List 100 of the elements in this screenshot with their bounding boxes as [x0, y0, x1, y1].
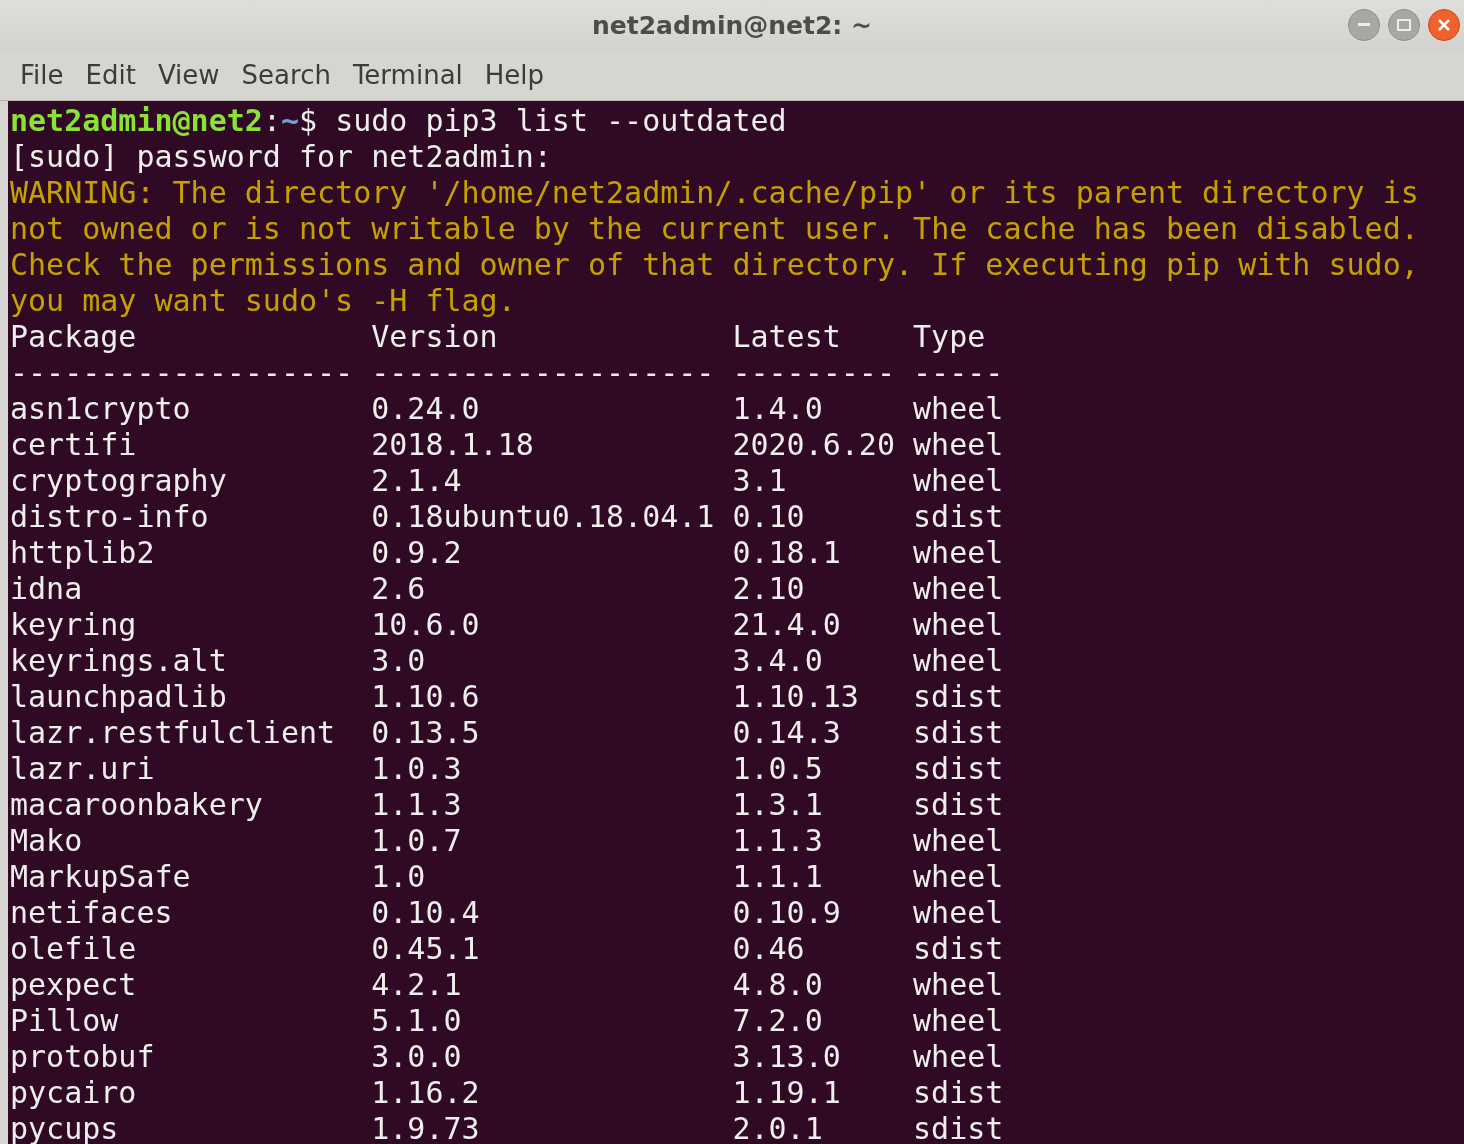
table-cell-text: 1.0.5 — [732, 751, 824, 787]
table-cell-text: sdist — [913, 499, 1005, 535]
window-title: net2admin@net2: ~ — [592, 10, 872, 40]
table-cell-text: 1.0.7 — [371, 823, 463, 859]
table-cell-text: 21.4.0 — [732, 607, 842, 643]
maximize-button[interactable] — [1388, 9, 1420, 41]
menu-item[interactable]: Terminal — [342, 58, 473, 92]
minimize-button[interactable] — [1348, 9, 1380, 41]
command-text: sudo pip3 list --outdated — [335, 103, 787, 139]
table-cell-text: idna — [10, 571, 84, 607]
table-cell-text: httplib2 — [10, 535, 156, 571]
table-cell-text: macaroonbakery — [10, 787, 264, 823]
prompt-path: ~ — [280, 103, 299, 139]
table-cell-text: sdist — [913, 715, 1005, 751]
table-cell-text: wheel — [913, 1039, 1005, 1075]
table-cell-text: 10.6.0 — [371, 607, 481, 643]
warning-text: WARNING: The directory '/home/net2admin/.cache/pip' or its parent directory is not owned or is not writable by the current user. The cache has been disabled. Check the permissions and owner of that directory. If executing pip with sudo, you may want sudo's -H flag. — [10, 175, 1420, 319]
table-cell-text: 0.18.1 — [732, 535, 842, 571]
table-cell-text: 2.0.1 — [732, 1111, 824, 1144]
table-cell-text: 2018.1.18 — [371, 427, 535, 463]
table-cell-text: keyrings.alt — [10, 643, 228, 679]
header-rule: ----- — [913, 355, 1005, 391]
prompt-symbol: $ — [299, 103, 319, 139]
table-cell-text: Pillow — [10, 1003, 120, 1039]
table-cell-text: 3.0 — [371, 643, 427, 679]
table-cell-text: MarkupSafe — [10, 859, 192, 895]
table-cell-text: wheel — [913, 607, 1005, 643]
table-cell-text: 0.46 — [732, 931, 806, 967]
table-cell-text: certifi — [10, 427, 138, 463]
table-cell-text: 7.2.0 — [732, 1003, 824, 1039]
table-cell-text: 0.45.1 — [371, 931, 481, 967]
table-cell-text: 1.16.2 — [371, 1075, 481, 1111]
table-cell-text: netifaces — [10, 895, 174, 931]
table-cell-text: launchpadlib — [10, 679, 228, 715]
table-cell-text: sdist — [913, 1075, 1005, 1111]
table-cell-text: distro-info — [10, 499, 210, 535]
table-cell-text: sdist — [913, 931, 1005, 967]
table-cell-text: 0.10.9 — [732, 895, 842, 931]
menu-item[interactable]: Help — [474, 58, 555, 92]
table-cell-text: 2.6 — [371, 571, 427, 607]
maximize-icon — [1397, 19, 1411, 31]
output-line: [sudo] password for net2admin: — [10, 139, 553, 175]
table-cell-text: 1.4.0 — [732, 391, 824, 427]
table-cell-text: 2.10 — [732, 571, 806, 607]
table-cell-text: 1.0.3 — [371, 751, 463, 787]
table-cell-text: 1.0 — [371, 859, 427, 895]
table-cell-text: 0.10 — [732, 499, 806, 535]
prompt-user-host: net2admin@net2 — [10, 103, 263, 139]
table-cell-text: wheel — [913, 859, 1005, 895]
table-cell-text: 1.9.73 — [371, 1111, 481, 1144]
table-cell-text: 0.9.2 — [371, 535, 463, 571]
menu-item[interactable]: File — [10, 58, 74, 92]
table-cell-text: lazr.restfulclient — [10, 715, 337, 751]
table-cell-text: 3.13.0 — [732, 1039, 842, 1075]
table-cell-text: 0.24.0 — [371, 391, 481, 427]
table-cell-text: 1.1.3 — [371, 787, 463, 823]
table-cell-text: 2.1.4 — [371, 463, 463, 499]
table-cell-text: keyring — [10, 607, 138, 643]
prompt-separator: : — [262, 103, 281, 139]
table-cell-text: 1.1.3 — [732, 823, 824, 859]
table-cell-text: 3.1 — [732, 463, 788, 499]
table-cell-text: 1.19.1 — [732, 1075, 842, 1111]
minimize-icon — [1358, 23, 1370, 27]
column-header: Version — [371, 319, 499, 355]
table-cell-text: wheel — [913, 1003, 1005, 1039]
table-cell-text: wheel — [913, 391, 1005, 427]
column-header: Type — [913, 319, 987, 355]
column-header: Latest — [732, 319, 842, 355]
table-cell-text: 1.3.1 — [732, 787, 824, 823]
header-rule: ------------------- — [371, 355, 716, 391]
table-cell-text: wheel — [913, 895, 1005, 931]
table-cell-text: pexpect — [10, 967, 138, 1003]
table-cell-text: wheel — [913, 535, 1005, 571]
table-cell-text: 4.8.0 — [732, 967, 824, 1003]
table-cell-text: pycairo — [10, 1075, 138, 1111]
table-cell-text: sdist — [913, 787, 1005, 823]
table-cell-text: cryptography — [10, 463, 228, 499]
table-cell-text: wheel — [913, 967, 1005, 1003]
header-rule: --------- — [732, 355, 896, 391]
table-cell-text: 0.14.3 — [732, 715, 842, 751]
table-cell-text: 3.0.0 — [371, 1039, 463, 1075]
table-cell-text: wheel — [913, 823, 1005, 859]
table-cell-text: wheel — [913, 463, 1005, 499]
table-cell-text: 1.1.1 — [732, 859, 824, 895]
table-cell-text: wheel — [913, 571, 1005, 607]
table-cell-text: lazr.uri — [10, 751, 156, 787]
table-cell-text: sdist — [913, 679, 1005, 715]
menu-item[interactable]: Edit — [75, 58, 146, 92]
table-cell-text: olefile — [10, 931, 138, 967]
table-cell-text: protobuf — [10, 1039, 156, 1075]
close-button[interactable] — [1428, 9, 1460, 41]
table-cell-text: asn1crypto — [10, 391, 192, 427]
table-cell-text: 1.10.13 — [732, 679, 860, 715]
table-cell-text: Mako — [10, 823, 84, 859]
menu-item[interactable]: View — [147, 58, 230, 92]
menu-item[interactable]: Search — [231, 58, 341, 92]
table-cell-text: sdist — [913, 751, 1005, 787]
table-cell-text: 5.1.0 — [371, 1003, 463, 1039]
table-cell-text: 0.13.5 — [371, 715, 481, 751]
table-cell-text: sdist — [913, 1111, 1005, 1144]
